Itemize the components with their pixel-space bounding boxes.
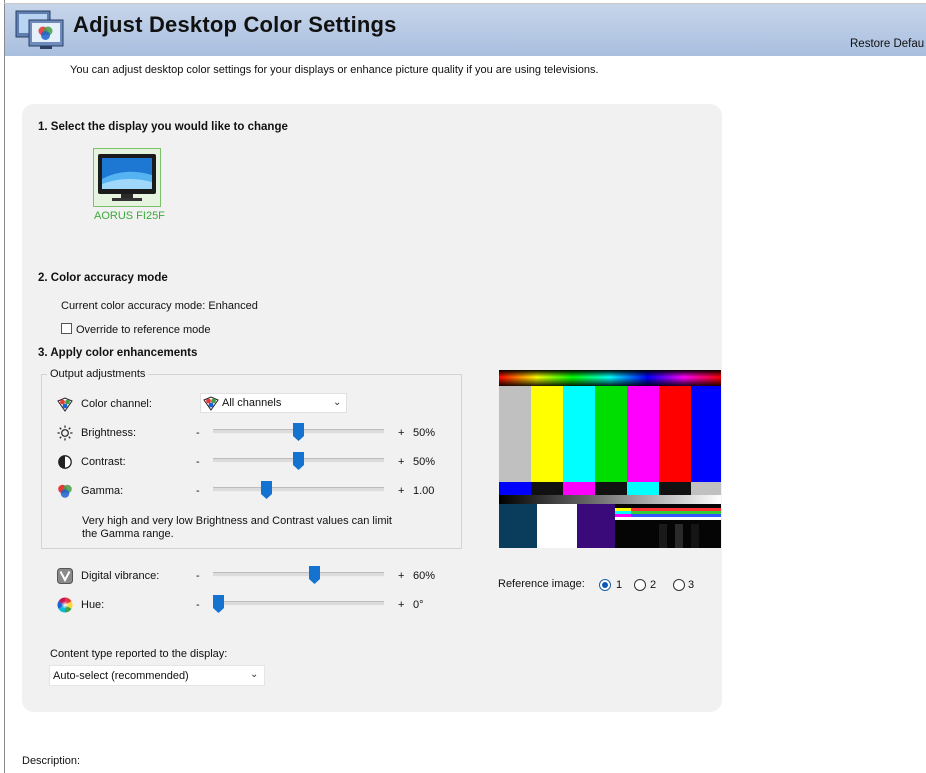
reference-image-radio-1[interactable] xyxy=(599,579,611,591)
gamma-icon xyxy=(57,483,73,499)
override-checkbox[interactable] xyxy=(61,323,72,334)
reference-image-radio-3[interactable] xyxy=(673,579,685,591)
vibrance-plus: + xyxy=(398,570,405,582)
reference-image-option-1[interactable]: 1 xyxy=(616,579,622,591)
window-left-border xyxy=(4,0,5,773)
current-mode-text: Current color accuracy mode: Enhanced xyxy=(61,300,258,312)
gamma-plus: + xyxy=(398,485,405,497)
section2-title: 2. Color accuracy mode xyxy=(38,272,168,284)
contrast-icon xyxy=(57,454,73,470)
hue-plus: + xyxy=(398,599,405,611)
color-channel-value: All channels xyxy=(222,397,282,409)
rgb-channels-icon xyxy=(57,396,73,412)
gamma-label: Gamma: xyxy=(81,485,124,497)
hue-icon xyxy=(57,597,73,613)
gamma-range-note-line2: the Gamma range. xyxy=(82,528,174,540)
rgb-channels-icon xyxy=(203,395,219,414)
digital-vibrance-label: Digital vibrance: xyxy=(81,570,160,582)
section3-title: 3. Apply color enhancements xyxy=(38,347,198,359)
gamma-range-note-line1: Very high and very low Brightness and Co… xyxy=(82,515,392,527)
reference-test-pattern-image xyxy=(499,370,721,548)
display-tile[interactable] xyxy=(93,148,161,207)
gamma-value: 1.00 xyxy=(413,485,435,497)
vibrance-minus: - xyxy=(196,570,200,582)
contrast-label: Contrast: xyxy=(81,456,126,468)
brightness-minus: - xyxy=(196,427,200,439)
color-channel-select[interactable]: All channels ⌄ xyxy=(200,393,347,413)
vibrance-slider-track[interactable] xyxy=(213,572,384,577)
brightness-icon xyxy=(57,425,73,441)
monitor-icon xyxy=(98,154,156,201)
hue-slider-track[interactable] xyxy=(213,601,384,606)
color-channel-label: Color channel: xyxy=(81,398,152,410)
intro-text: You can adjust desktop color settings fo… xyxy=(70,64,599,76)
reference-image-label: Reference image: xyxy=(498,578,585,590)
page-title: Adjust Desktop Color Settings xyxy=(73,12,397,37)
display-color-settings-icon xyxy=(15,10,67,52)
gamma-minus: - xyxy=(196,485,200,497)
gamma-slider-track[interactable] xyxy=(213,487,384,492)
hue-minus: - xyxy=(196,599,200,611)
reference-image-radio-2[interactable] xyxy=(634,579,646,591)
brightness-label: Brightness: xyxy=(81,427,137,439)
reference-image-option-2[interactable]: 2 xyxy=(650,579,656,591)
description-label: Description: xyxy=(22,755,81,767)
contrast-value: 50% xyxy=(413,456,436,468)
display-name-label: AORUS FI25F xyxy=(94,210,165,222)
contrast-plus: + xyxy=(398,456,405,468)
content-type-label: Content type reported to the display: xyxy=(50,648,228,660)
digital-vibrance-icon xyxy=(57,568,73,584)
restore-defaults-link[interactable]: Restore Defau xyxy=(850,38,924,50)
vibrance-value: 60% xyxy=(413,570,436,582)
section1-title: 1. Select the display you would like to … xyxy=(38,121,288,133)
hue-label: Hue: xyxy=(81,599,105,611)
hue-value: 0° xyxy=(413,599,424,611)
brightness-value: 50% xyxy=(413,427,436,439)
content-type-select[interactable]: Auto-select (recommended) ⌄ xyxy=(49,665,265,686)
contrast-minus: - xyxy=(196,456,200,468)
chevron-down-icon: ⌄ xyxy=(333,397,342,408)
output-adjustments-legend: Output adjustments xyxy=(47,368,149,380)
reference-image-option-3[interactable]: 3 xyxy=(688,579,694,591)
chevron-down-icon: ⌄ xyxy=(250,669,259,680)
brightness-plus: + xyxy=(398,427,405,439)
content-type-value: Auto-select (recommended) xyxy=(53,670,189,682)
override-label[interactable]: Override to reference mode xyxy=(76,324,211,336)
